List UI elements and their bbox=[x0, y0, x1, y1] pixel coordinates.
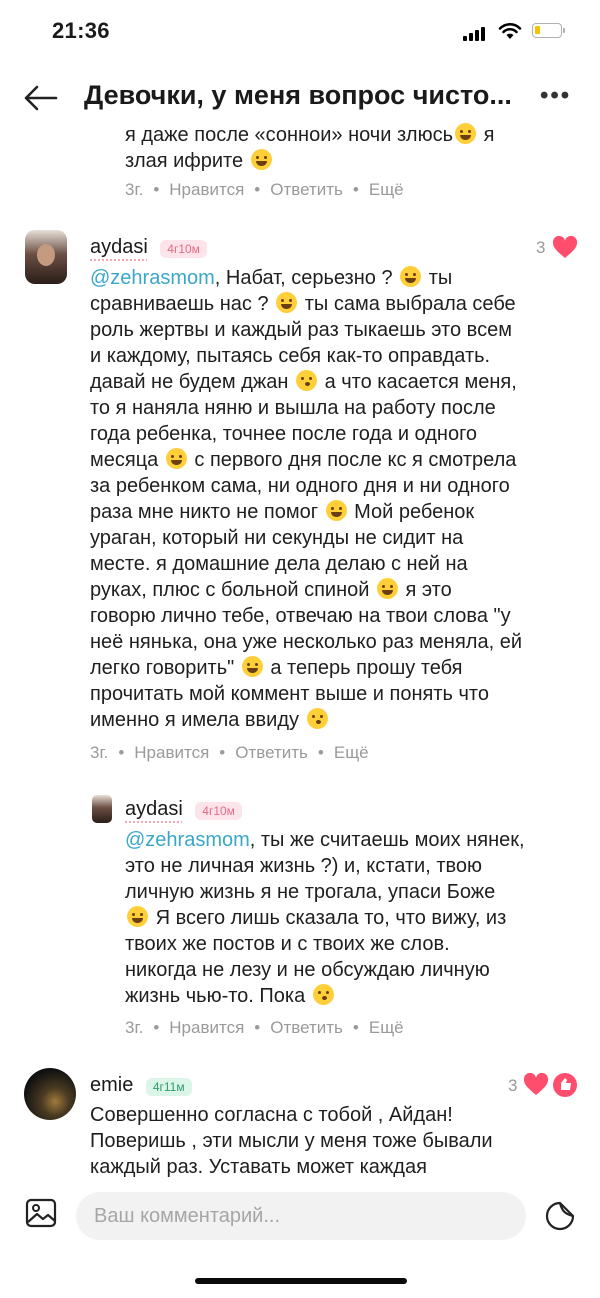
author-like-badge-icon bbox=[553, 1073, 577, 1097]
more-button[interactable]: Ещё bbox=[369, 1018, 404, 1037]
comment-text: я даже после «соннои» ночи злюсь я злая … bbox=[125, 123, 495, 172]
grinning-emoji-icon bbox=[276, 292, 298, 313]
heart-icon[interactable] bbox=[552, 236, 578, 260]
comment-actions: 3г. • Нравится • Ответить • Ещё bbox=[90, 743, 369, 762]
status-time: 21:36 bbox=[52, 18, 110, 43]
reply-button[interactable]: Ответить bbox=[235, 743, 308, 762]
comment-time: 3г. bbox=[125, 180, 144, 199]
mention-link[interactable]: @zehrasmom bbox=[125, 829, 250, 851]
laughing-emoji-icon bbox=[400, 266, 422, 287]
more-button[interactable]: Ещё bbox=[369, 180, 404, 199]
like-button[interactable]: Нравится bbox=[169, 1018, 244, 1037]
mention-link[interactable]: @zehrasmom bbox=[90, 267, 215, 289]
like-button[interactable]: Нравится bbox=[134, 743, 209, 762]
kissing-emoji-icon bbox=[312, 984, 334, 1005]
image-attach-icon[interactable] bbox=[25, 1197, 57, 1229]
grinning-emoji-icon bbox=[241, 656, 263, 677]
comment-body: @zehrasmom, ты же считаешь моих нянек, э… bbox=[125, 829, 525, 1007]
more-button[interactable]: Ещё bbox=[334, 743, 369, 762]
comment-input[interactable] bbox=[76, 1192, 494, 1240]
username[interactable]: aydasi bbox=[90, 236, 148, 258]
sticker-icon[interactable] bbox=[543, 1199, 577, 1233]
like-count: 3 bbox=[536, 238, 546, 257]
avatar[interactable] bbox=[92, 795, 112, 823]
membership-badge: 4г10м bbox=[160, 240, 207, 258]
back-arrow-icon[interactable] bbox=[22, 84, 58, 112]
comment-header: emie 4г11м bbox=[90, 1074, 192, 1097]
membership-badge: 4г11м bbox=[145, 1078, 192, 1096]
laughing-emoji-icon bbox=[250, 149, 272, 170]
comment-time: 3г. bbox=[90, 743, 109, 762]
heart-icon[interactable] bbox=[523, 1073, 549, 1097]
comment-body: Совершенно согласна с тобой , Айдан! Пов… bbox=[90, 1104, 493, 1178]
comment-actions: 3г. • Нравится • Ответить • Ещё bbox=[125, 1018, 404, 1037]
comment-input-wrapper[interactable] bbox=[76, 1192, 526, 1240]
reply-button[interactable]: Ответить bbox=[270, 1018, 343, 1037]
reply-button[interactable]: Ответить bbox=[270, 180, 343, 199]
grinning-emoji-icon bbox=[376, 578, 398, 599]
grinning-emoji-icon bbox=[325, 500, 347, 521]
comment-header: aydasi 4г10м bbox=[90, 236, 207, 259]
page-title: Девочки, у меня вопрос чисто... bbox=[84, 80, 512, 110]
membership-badge: 4г10м bbox=[195, 802, 242, 820]
like-count: 3 bbox=[508, 1076, 518, 1095]
battery-icon bbox=[532, 23, 565, 38]
comment-actions: 3г. • Нравится • Ответить • Ещё bbox=[125, 180, 404, 199]
like-button[interactable]: Нравится bbox=[169, 180, 244, 199]
username[interactable]: emie bbox=[90, 1074, 133, 1096]
wifi-icon bbox=[498, 23, 522, 39]
avatar[interactable] bbox=[25, 230, 67, 284]
grinning-emoji-icon bbox=[127, 906, 148, 927]
comment-time: 3г. bbox=[125, 1018, 144, 1037]
username[interactable]: aydasi bbox=[125, 798, 183, 820]
comment-header: aydasi 4г10м bbox=[125, 798, 242, 821]
laughing-emoji-icon bbox=[455, 123, 476, 144]
cellular-signal-icon bbox=[463, 27, 489, 41]
kissing-emoji-icon bbox=[296, 370, 317, 391]
home-indicator bbox=[195, 1278, 407, 1284]
kissing-emoji-icon bbox=[306, 708, 328, 729]
comment-body: @zehrasmom, Набат, серьезно ? ты сравнив… bbox=[90, 266, 523, 731]
laughing-emoji-icon bbox=[165, 448, 187, 469]
more-options-icon[interactable]: ••• bbox=[540, 82, 571, 110]
avatar[interactable] bbox=[24, 1068, 76, 1120]
